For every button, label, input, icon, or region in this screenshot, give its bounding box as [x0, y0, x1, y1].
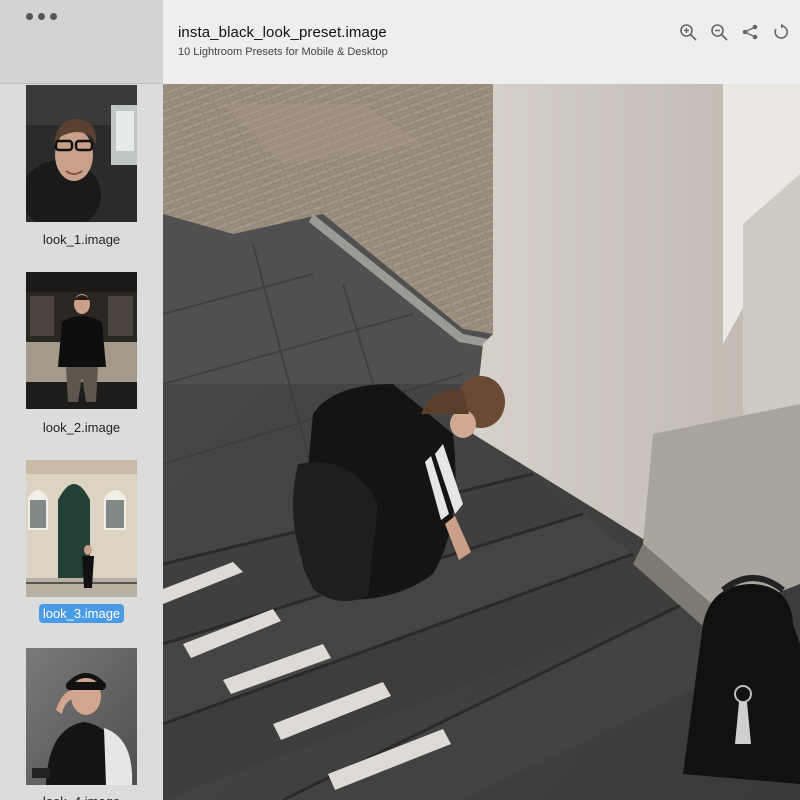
thumbnail-label[interactable]: look_1.image: [0, 230, 163, 249]
thumbnail-look-1[interactable]: [26, 85, 137, 222]
rotate-icon[interactable]: [771, 22, 790, 41]
thumbnail-label-selected[interactable]: look_3.image: [0, 604, 163, 623]
preview-image: [163, 84, 800, 800]
share-icon[interactable]: [740, 22, 759, 41]
toolbar: [678, 22, 790, 41]
more-dots-icon[interactable]: [26, 13, 57, 20]
zoom-out-icon[interactable]: [709, 22, 728, 41]
thumbnail-label[interactable]: look_2.image: [0, 418, 163, 437]
sidebar-header: [0, 0, 163, 84]
document-title: insta_black_look_preset.image: [178, 24, 387, 41]
zoom-in-icon[interactable]: [678, 22, 697, 41]
sidebar: look_1.image look_2.image look_3.image: [0, 0, 163, 800]
image-viewer[interactable]: [163, 84, 800, 800]
thumbnail-look-4[interactable]: [26, 648, 137, 785]
thumbnail-look-2[interactable]: [26, 272, 137, 409]
document-subtitle: 10 Lightroom Presets for Mobile & Deskto…: [178, 46, 388, 58]
thumbnail-label[interactable]: look_4.image: [0, 792, 163, 800]
title-bar: insta_black_look_preset.image 10 Lightro…: [163, 0, 800, 84]
thumbnail-look-3[interactable]: [26, 460, 137, 597]
